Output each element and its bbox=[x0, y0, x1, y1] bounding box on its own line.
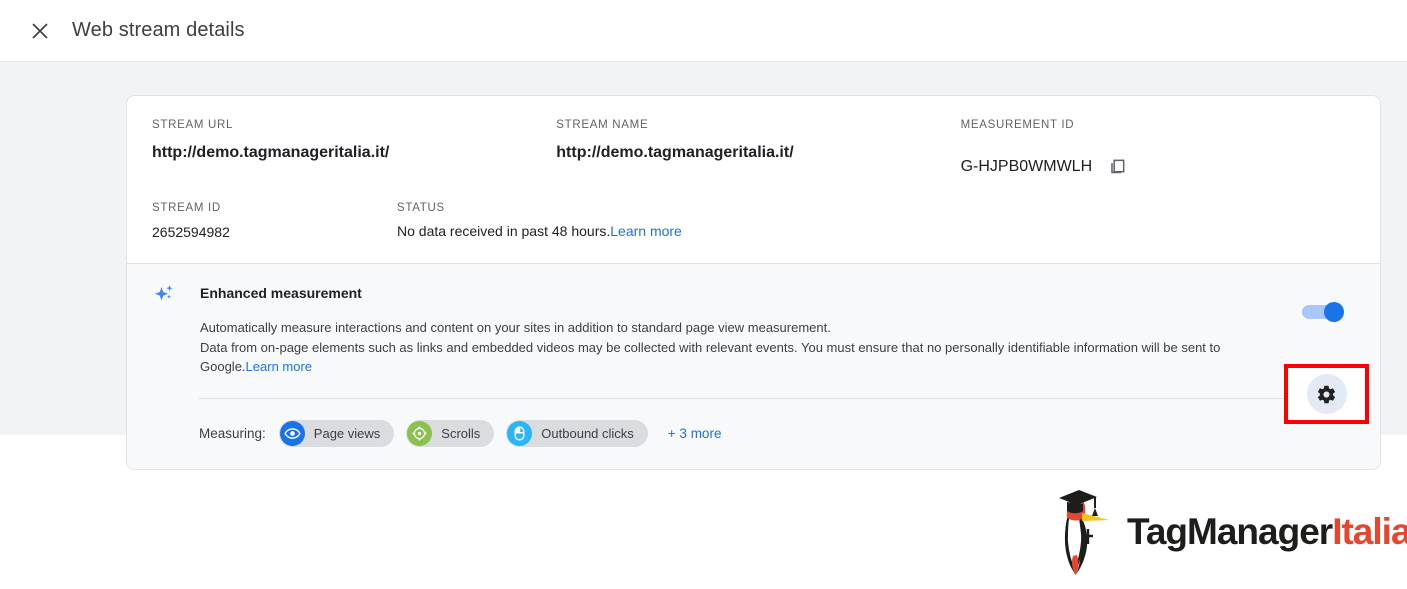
enhanced-measurement-section: Enhanced measurement Automatically measu… bbox=[127, 264, 1380, 469]
copy-icon-glyph bbox=[1110, 159, 1125, 173]
enhanced-measurement-description: Automatically measure interactions and c… bbox=[200, 318, 1235, 377]
scroll-icon-glyph bbox=[412, 425, 428, 441]
stream-info-row-2: STREAM ID 2652594982 STATUS No data rece… bbox=[152, 201, 1355, 243]
page-body: STREAM URL http://demo.tagmanageritalia.… bbox=[0, 62, 1407, 589]
enhanced-measurement-toggle[interactable] bbox=[1302, 302, 1344, 322]
sparkle-icon bbox=[152, 281, 178, 307]
chip-label: Page views bbox=[313, 425, 381, 441]
enhanced-measurement-header: Enhanced measurement Automatically measu… bbox=[152, 284, 1355, 377]
gear-icon bbox=[1317, 385, 1335, 403]
scroll-icon bbox=[407, 420, 433, 446]
stream-info-row-1: STREAM URL http://demo.tagmanageritalia.… bbox=[152, 118, 1355, 177]
eye-icon-glyph bbox=[284, 427, 301, 439]
stream-url-label: STREAM URL bbox=[152, 119, 234, 131]
sparkle-icon-glyph bbox=[155, 285, 173, 301]
chip-page-views[interactable]: Page views bbox=[278, 419, 395, 447]
enhanced-measurement-title: Enhanced measurement bbox=[200, 285, 362, 301]
tagmanageritalia-logo: TagManagerItalia bbox=[1045, 484, 1407, 579]
stream-name-value: http://demo.tagmanageritalia.it/ bbox=[556, 144, 794, 161]
status-value-row: No data received in past 48 hours.Learn … bbox=[397, 222, 997, 241]
status-label: STATUS bbox=[397, 202, 445, 214]
chip-label: Scrolls bbox=[441, 425, 481, 441]
logo-text-accent: Italia bbox=[1332, 510, 1407, 552]
copy-icon[interactable] bbox=[1106, 155, 1128, 177]
close-icon[interactable] bbox=[27, 18, 53, 44]
stream-url-field: STREAM URL http://demo.tagmanageritalia.… bbox=[152, 118, 556, 177]
measurement-id-field: MEASUREMENT ID G-HJPB0WMWLH bbox=[961, 118, 1355, 177]
settings-highlight-box bbox=[1284, 364, 1369, 424]
web-stream-details-card: STREAM URL http://demo.tagmanageritalia.… bbox=[126, 95, 1381, 470]
measuring-divider bbox=[199, 397, 1319, 399]
mouse-icon-glyph bbox=[514, 425, 525, 441]
chip-scrolls[interactable]: Scrolls bbox=[406, 419, 495, 447]
status-value: No data received in past 48 hours. bbox=[397, 223, 611, 239]
more-events-link[interactable]: + 3 more bbox=[668, 426, 722, 441]
measurement-id-row: G-HJPB0WMWLH bbox=[961, 155, 1355, 177]
stream-name-field: STREAM NAME http://demo.tagmanageritalia… bbox=[556, 118, 960, 177]
page-header: Web stream details bbox=[0, 0, 1407, 62]
toggle-knob bbox=[1324, 302, 1344, 322]
measurement-id-label: MEASUREMENT ID bbox=[960, 119, 1075, 131]
measuring-row: Measuring: Page views Scrolls Outbound c… bbox=[199, 419, 1355, 447]
stream-info-section: STREAM URL http://demo.tagmanageritalia.… bbox=[127, 96, 1380, 263]
page-title: Web stream details bbox=[72, 19, 245, 41]
stream-id-value: 2652594982 bbox=[152, 224, 230, 240]
enhanced-measurement-learn-more-link[interactable]: Learn more bbox=[246, 359, 312, 374]
description-line2-text: Data from on-page elements such as links… bbox=[200, 339, 1221, 375]
logo-wordmark: TagManagerItalia bbox=[1127, 511, 1407, 553]
enhanced-measurement-body: Enhanced measurement Automatically measu… bbox=[200, 284, 1355, 377]
stream-url-value: http://demo.tagmanageritalia.it/ bbox=[152, 144, 390, 161]
eye-icon bbox=[279, 420, 305, 446]
stream-id-label: STREAM ID bbox=[152, 202, 221, 214]
mouse-icon bbox=[507, 420, 533, 446]
woodpecker-logo-icon bbox=[1059, 490, 1109, 575]
measuring-label: Measuring: bbox=[199, 425, 266, 441]
status-field: STATUS No data received in past 48 hours… bbox=[397, 201, 997, 243]
stream-id-field: STREAM ID 2652594982 bbox=[152, 201, 397, 243]
status-learn-more-link[interactable]: Learn more bbox=[610, 223, 682, 239]
close-icon-glyph bbox=[32, 22, 48, 39]
measurement-id-value: G-HJPB0WMWLH bbox=[960, 157, 1093, 175]
enhanced-measurement-description-line2: Data from on-page elements such as links… bbox=[200, 338, 1235, 377]
logo-text-primary: TagManager bbox=[1127, 510, 1333, 552]
chip-outbound-clicks[interactable]: Outbound clicks bbox=[506, 419, 648, 447]
chip-label: Outbound clicks bbox=[541, 425, 634, 441]
settings-button[interactable] bbox=[1306, 374, 1347, 414]
enhanced-measurement-description-line1: Automatically measure interactions and c… bbox=[200, 320, 831, 335]
stream-name-label: STREAM NAME bbox=[556, 119, 649, 131]
